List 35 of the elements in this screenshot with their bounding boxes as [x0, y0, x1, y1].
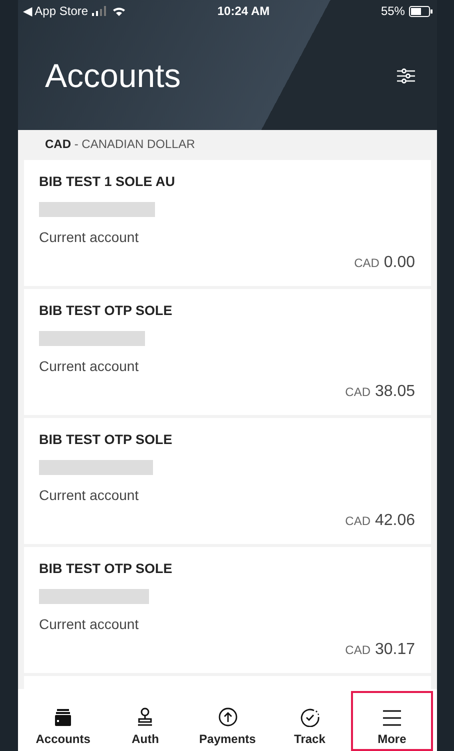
clock-time: 10:24 AM	[217, 4, 270, 18]
battery-icon	[408, 6, 433, 16]
account-type: Current account	[39, 487, 140, 503]
battery-percent: 55%	[380, 4, 405, 18]
account-type: Current account	[39, 229, 140, 245]
tab-bar-item[interactable]: Auth	[104, 689, 186, 751]
account-card[interactable]: BIB TEST OTP SOLE Current account CAD 30.17	[24, 547, 431, 673]
account-name: BIB TEST OTP SOLE	[39, 561, 174, 576]
account-balance: CAD 30.17	[345, 641, 415, 659]
account-balance: CAD 0.00	[354, 254, 415, 272]
account-card[interactable]: BIB TEST OTP SOLE Current account CAD 42.06	[24, 418, 431, 544]
stamp-icon	[136, 707, 154, 727]
account-name: BIB TEST OTP SOLE	[39, 432, 174, 447]
account-card[interactable]: BIB TEST 1 SOLE AU Current account CAD 0.00	[24, 160, 431, 286]
tab-bar-item[interactable]: More	[350, 691, 434, 751]
account-balance: CAD 42.06	[345, 512, 415, 530]
check-circle-icon	[300, 707, 320, 727]
account-name: BIB TEST 1 SOLE AU	[39, 174, 176, 189]
up-arrow-circle-icon	[218, 707, 238, 727]
wallet-icon	[54, 709, 72, 727]
tab-bar-item[interactable]: Accounts	[22, 689, 104, 751]
tab-bar-item[interactable]: Payments	[186, 689, 269, 751]
account-card[interactable]: BIB TEST OTP SOLE Current account CAD 38.05	[24, 289, 431, 415]
account-balance: CAD 38.05	[345, 383, 415, 401]
account-name: BIB TEST OTP SOLE	[39, 303, 174, 318]
currency-heading: CAD - CANADIAN DOLLAR	[44, 136, 196, 153]
wifi-icon	[112, 6, 126, 16]
filter-sliders-icon[interactable]	[397, 68, 415, 84]
account-type: Current account	[39, 358, 140, 374]
menu-icon	[382, 709, 402, 727]
signal-icon	[92, 6, 108, 16]
page-title: Accounts	[45, 57, 181, 95]
back-label[interactable]: ◀ App Store	[23, 4, 88, 18]
tab-bar-item[interactable]: Track	[268, 689, 351, 751]
account-type: Current account	[39, 616, 140, 632]
